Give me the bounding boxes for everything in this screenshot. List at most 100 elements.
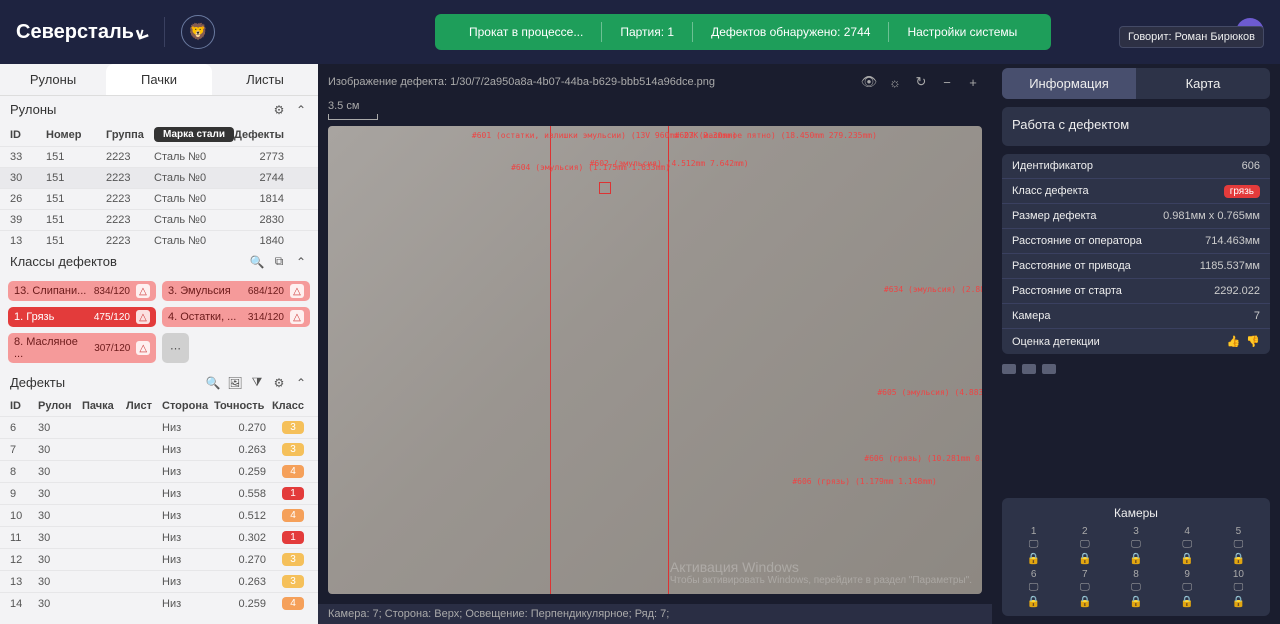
defect-image[interactable]: #601 (остатки, излишки эмульсии) (13V 96… bbox=[328, 126, 982, 594]
dcol-sheet[interactable]: Лист bbox=[126, 400, 162, 412]
chevron-up-icon[interactable]: ⌃ bbox=[294, 255, 308, 269]
lock-icon: 🔒 bbox=[1180, 595, 1194, 608]
lock-icon: 🔒 bbox=[1180, 552, 1194, 565]
more-classes-button[interactable]: ⋯ bbox=[162, 333, 189, 363]
defect-row[interactable]: 1030Низ0.5124 bbox=[0, 504, 318, 526]
info-row: Класс дефектагрязь bbox=[1002, 178, 1270, 203]
search-icon[interactable]: 🔍 bbox=[250, 255, 264, 269]
camera-cell[interactable]: 6🖵🔒 bbox=[1010, 569, 1057, 608]
class-chip[interactable]: 1. Грязь475/120△ bbox=[8, 307, 156, 327]
info-row: Расстояние от старта2292.022 bbox=[1002, 278, 1270, 303]
status-batch[interactable]: Партия: 1 bbox=[602, 14, 692, 50]
classes-section-header: Классы дефектов 🔍 ⧉ ⌃ bbox=[0, 248, 318, 275]
camera-cell[interactable]: 8🖵🔒 bbox=[1112, 569, 1159, 608]
tab-map[interactable]: Карта bbox=[1136, 68, 1270, 99]
cameras-title: Камеры bbox=[1010, 506, 1262, 520]
defect-row[interactable]: 930Низ0.5581 bbox=[0, 482, 318, 504]
brand: Северсталь⟀ 🦁 bbox=[16, 15, 215, 49]
dcol-acc[interactable]: Точность bbox=[214, 400, 266, 412]
col-defects[interactable]: Дефекты bbox=[234, 129, 284, 141]
monitor-icon: 🖵 bbox=[1029, 582, 1039, 593]
class-chip[interactable]: 8. Масляное ...307/120△ bbox=[8, 333, 156, 363]
thumbnail-strip bbox=[1002, 362, 1270, 376]
col-steel[interactable]: Марка стали bbox=[154, 127, 234, 142]
coil-row[interactable]: 131512223Сталь №01840 bbox=[0, 230, 318, 248]
lock-icon: 🔒 bbox=[1078, 595, 1092, 608]
dcol-id[interactable]: ID bbox=[10, 400, 38, 412]
tab-rolls[interactable]: Рулоны bbox=[0, 64, 106, 95]
class-chips: 13. Слипани...834/120△ 3. Эмульсия684/120… bbox=[0, 275, 318, 369]
dcol-pack[interactable]: Пачка bbox=[82, 400, 126, 412]
copy-icon[interactable]: ⧉ bbox=[272, 255, 286, 269]
user-area: Ко Говорит: Роман Бирюков bbox=[1212, 18, 1264, 46]
defect-row[interactable]: 1230Низ0.2703 bbox=[0, 548, 318, 570]
camera-cell[interactable]: 1🖵🔒 bbox=[1010, 526, 1057, 565]
camera-cell[interactable]: 10🖵🔒 bbox=[1215, 569, 1262, 608]
gear-icon[interactable]: ⚙ bbox=[272, 103, 286, 117]
status-process[interactable]: Прокат в процессе... bbox=[451, 14, 601, 50]
thumbs-up-icon[interactable]: 👍 bbox=[1227, 335, 1241, 348]
defect-row[interactable]: 1130Низ0.3021 bbox=[0, 526, 318, 548]
defect-row[interactable]: 730Низ0.2633 bbox=[0, 438, 318, 460]
search-icon[interactable]: 🔍 bbox=[206, 376, 220, 390]
defect-info-list: Идентификатор606Класс дефектагрязьРазмер… bbox=[1002, 154, 1270, 354]
lion-logo-icon: 🦁 bbox=[181, 15, 215, 49]
camera-cell[interactable]: 5🖵🔒 bbox=[1215, 526, 1262, 565]
annotation: #606 (грязь) (1.179mm 1.148mm) bbox=[792, 477, 937, 486]
info-row: Расстояние от привода1185.537мм bbox=[1002, 253, 1270, 278]
gear-icon[interactable]: ⚙ bbox=[272, 376, 286, 390]
tab-info[interactable]: Информация bbox=[1002, 68, 1136, 99]
brightness-icon[interactable]: ☼ bbox=[886, 73, 904, 91]
defects-table: ID Рулон Пачка Лист Сторона Точность Кла… bbox=[0, 396, 318, 624]
defect-row[interactable]: 830Низ0.2594 bbox=[0, 460, 318, 482]
class-chip[interactable]: 13. Слипани...834/120△ bbox=[8, 281, 156, 301]
coil-row[interactable]: 261512223Сталь №01814 bbox=[0, 188, 318, 209]
dcol-class[interactable]: Класс bbox=[266, 400, 304, 412]
lock-icon: 🔒 bbox=[1027, 595, 1041, 608]
info-row: Камера7 bbox=[1002, 303, 1270, 328]
filter-icon[interactable]: ⧩ bbox=[250, 376, 264, 390]
camera-cell[interactable]: 7🖵🔒 bbox=[1061, 569, 1108, 608]
col-id[interactable]: ID bbox=[10, 129, 46, 141]
defect-row[interactable]: 630Низ0.2703 bbox=[0, 416, 318, 438]
status-defects[interactable]: Дефектов обнаружено: 2744 bbox=[693, 14, 888, 50]
thumbnail[interactable] bbox=[1042, 364, 1056, 374]
class-chip[interactable]: 4. Остатки, ...314/120△ bbox=[162, 307, 310, 327]
camera-cell[interactable]: 4🖵🔒 bbox=[1164, 526, 1211, 565]
tab-packs[interactable]: Пачки bbox=[106, 64, 212, 95]
thumbnail[interactable] bbox=[1002, 364, 1016, 374]
refresh-icon[interactable]: ↻ bbox=[912, 73, 930, 91]
thumbs-down-icon[interactable]: 👎 bbox=[1246, 335, 1260, 348]
viewer-footer: Камера: 7; Сторона: Верх; Освещение: Пер… bbox=[318, 604, 992, 624]
camera-cell[interactable]: 9🖵🔒 bbox=[1164, 569, 1211, 608]
info-row: Расстояние от оператора714.463мм bbox=[1002, 228, 1270, 253]
chevron-up-icon[interactable]: ⌃ bbox=[294, 103, 308, 117]
annotation: #602 (эмульсия) (4.512mm 7.642mm) bbox=[590, 159, 749, 168]
zoom-in-icon[interactable]: + bbox=[964, 73, 982, 91]
chevron-up-icon[interactable]: ⌃ bbox=[294, 376, 308, 390]
dcol-roll[interactable]: Рулон bbox=[38, 400, 82, 412]
zoom-out-icon[interactable]: − bbox=[938, 73, 956, 91]
monitor-icon: 🖵 bbox=[1131, 539, 1141, 550]
annotation: #606 (грязь) (10.281mm 0.765mm) bbox=[864, 454, 982, 463]
coil-row[interactable]: 391512223Сталь №02830 bbox=[0, 209, 318, 230]
defect-row[interactable]: 1330Низ0.2633 bbox=[0, 570, 318, 592]
monitor-icon: 🖵 bbox=[1182, 582, 1192, 593]
defect-row[interactable]: 1430Низ0.2594 bbox=[0, 592, 318, 614]
dcol-side[interactable]: Сторона bbox=[162, 400, 214, 412]
coils-table: ID Номер Группа Марка стали Дефекты 3315… bbox=[0, 123, 318, 248]
settings-button[interactable]: Настройки системы bbox=[889, 14, 1035, 50]
class-chip[interactable]: 3. Эмульсия684/120△ bbox=[162, 281, 310, 301]
col-num[interactable]: Номер bbox=[46, 129, 106, 141]
col-group[interactable]: Группа bbox=[106, 129, 154, 141]
thumbnail[interactable] bbox=[1022, 364, 1036, 374]
camera-cell[interactable]: 2🖵🔒 bbox=[1061, 526, 1108, 565]
tab-sheets[interactable]: Листы bbox=[212, 64, 318, 95]
coil-row[interactable]: 301512223Сталь №02744 bbox=[0, 167, 318, 188]
coils-title: Рулоны bbox=[10, 102, 56, 117]
coil-row[interactable]: 331512223Сталь №02773 bbox=[0, 146, 318, 167]
defects-title: Дефекты bbox=[10, 375, 65, 390]
visibility-icon[interactable]: 👁 bbox=[860, 73, 878, 91]
image-icon[interactable]: 🖼 bbox=[228, 376, 242, 390]
camera-cell[interactable]: 3🖵🔒 bbox=[1112, 526, 1159, 565]
